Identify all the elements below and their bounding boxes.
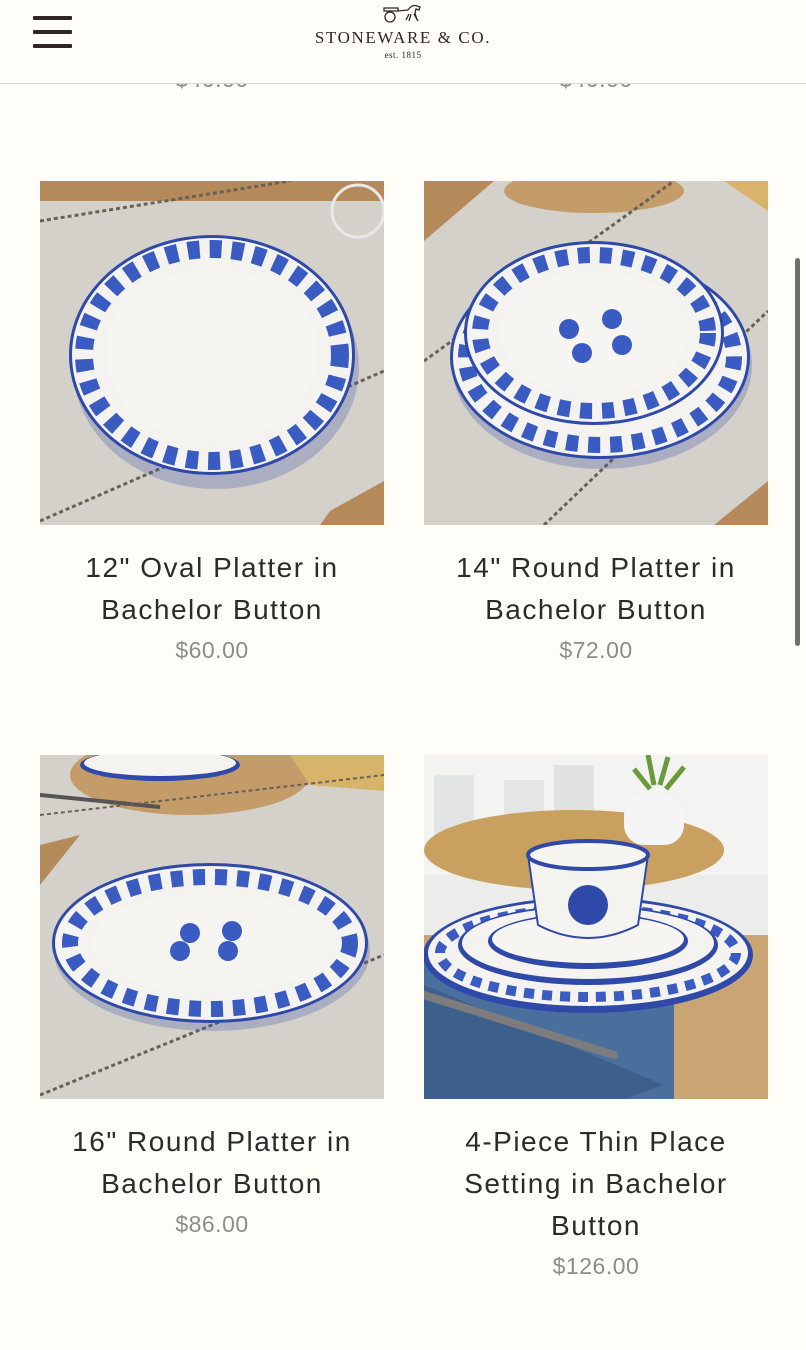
product-image-oval-platter[interactable] (40, 181, 384, 525)
horse-cart-logo-icon (383, 4, 421, 23)
product-title[interactable]: 14" Round Platter in Bachelor Button (424, 547, 768, 631)
hamburger-menu-icon[interactable] (33, 16, 73, 48)
product-card: 12" Oval Platter in Bachelor Button $60.… (40, 181, 384, 664)
product-image-14-round-platter[interactable] (424, 181, 768, 525)
product-image-place-setting[interactable] (424, 755, 768, 1099)
logo-name: STONEWARE & CO. (314, 28, 492, 47)
scrollbar[interactable] (795, 258, 800, 646)
product-price: $86.00 (175, 1211, 249, 1237)
site-header: STONEWARE & CO. est. 1815 (0, 0, 806, 84)
product-card: 16" Round Platter in Bachelor Button $86… (40, 755, 384, 1238)
product-image-16-round-platter[interactable] (40, 755, 384, 1099)
product-title[interactable]: 16" Round Platter in Bachelor Button (40, 1121, 384, 1205)
logo-est: est. 1815 (384, 50, 422, 60)
product-title[interactable]: 4-Piece Thin Place Setting in Bachelor B… (424, 1121, 768, 1247)
product-price: $60.00 (175, 637, 249, 663)
product-price: $126.00 (552, 1253, 640, 1279)
product-card: 4-Piece Thin Place Setting in Bachelor B… (424, 755, 768, 1280)
product-card: 14" Round Platter in Bachelor Button $72… (424, 181, 768, 664)
product-title[interactable]: 12" Oval Platter in Bachelor Button (40, 547, 384, 631)
brand-logo[interactable]: STONEWARE & CO. est. 1815 (300, 0, 506, 70)
product-price: $72.00 (559, 637, 633, 663)
